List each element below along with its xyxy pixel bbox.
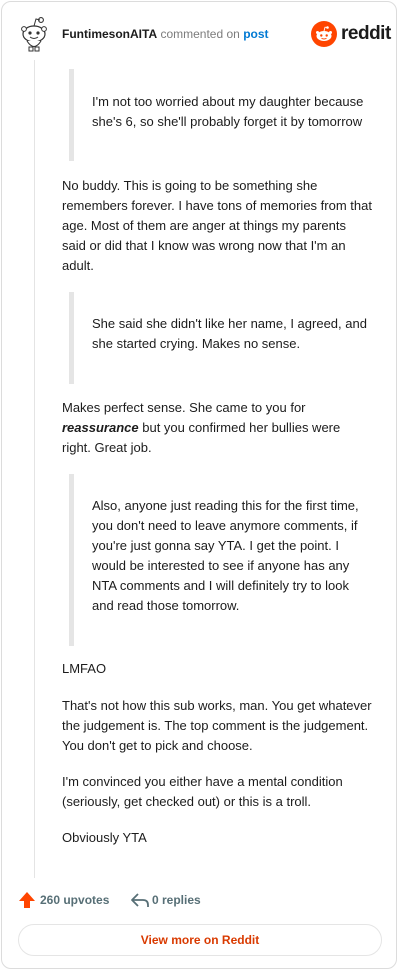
quote-text: I'm not too worried about my daughter be… — [92, 94, 364, 129]
comment-card: FuntimesonAITA commented on post reddit — [1, 1, 397, 969]
reddit-logo-icon — [311, 21, 337, 47]
paragraph-text: Makes perfect sense. She came to you for — [62, 400, 306, 415]
comment-paragraph: I'm convinced you either have a mental c… — [62, 774, 343, 809]
thread-line[interactable] — [34, 60, 35, 878]
upvote-count[interactable]: 260 upvotes — [40, 893, 109, 907]
comment-paragraph: Obviously YTA — [62, 830, 147, 845]
blockquote: Also, anyone just reading this for the f… — [69, 474, 369, 646]
blockquote: I'm not too worried about my daughter be… — [69, 69, 369, 161]
upvote-arrow-icon[interactable] — [18, 891, 36, 909]
reply-arrow-icon[interactable] — [130, 891, 150, 909]
comment-header: FuntimesonAITA commented on post reddit — [2, 2, 398, 62]
comment-footer: 260 upvotes 0 replies — [2, 887, 398, 915]
emphasis-text: reassurance — [62, 420, 139, 435]
quote-text: She said she didn't like her name, I agr… — [92, 316, 367, 351]
comment-paragraph: No buddy. This is going to be something … — [62, 178, 372, 273]
post-link[interactable]: post — [243, 27, 268, 41]
comment-paragraph: Makes perfect sense. She came to you for… — [62, 398, 372, 458]
snoo-avatar-icon[interactable] — [19, 14, 49, 52]
quote-text: Also, anyone just reading this for the f… — [92, 498, 359, 613]
reply-count[interactable]: 0 replies — [152, 893, 201, 907]
comment-paragraph: LMFAO — [62, 661, 107, 676]
username-link[interactable]: FuntimesonAITA — [62, 27, 157, 41]
comment-paragraph: That's not how this sub works, man. You … — [62, 698, 372, 753]
view-more-button[interactable]: View more on Reddit — [18, 924, 382, 956]
blockquote: She said she didn't like her name, I agr… — [69, 292, 369, 384]
comment-byline: FuntimesonAITA commented on post — [62, 27, 269, 41]
reddit-wordmark: reddit — [341, 23, 391, 44]
commented-on-label: commented on — [160, 27, 240, 41]
